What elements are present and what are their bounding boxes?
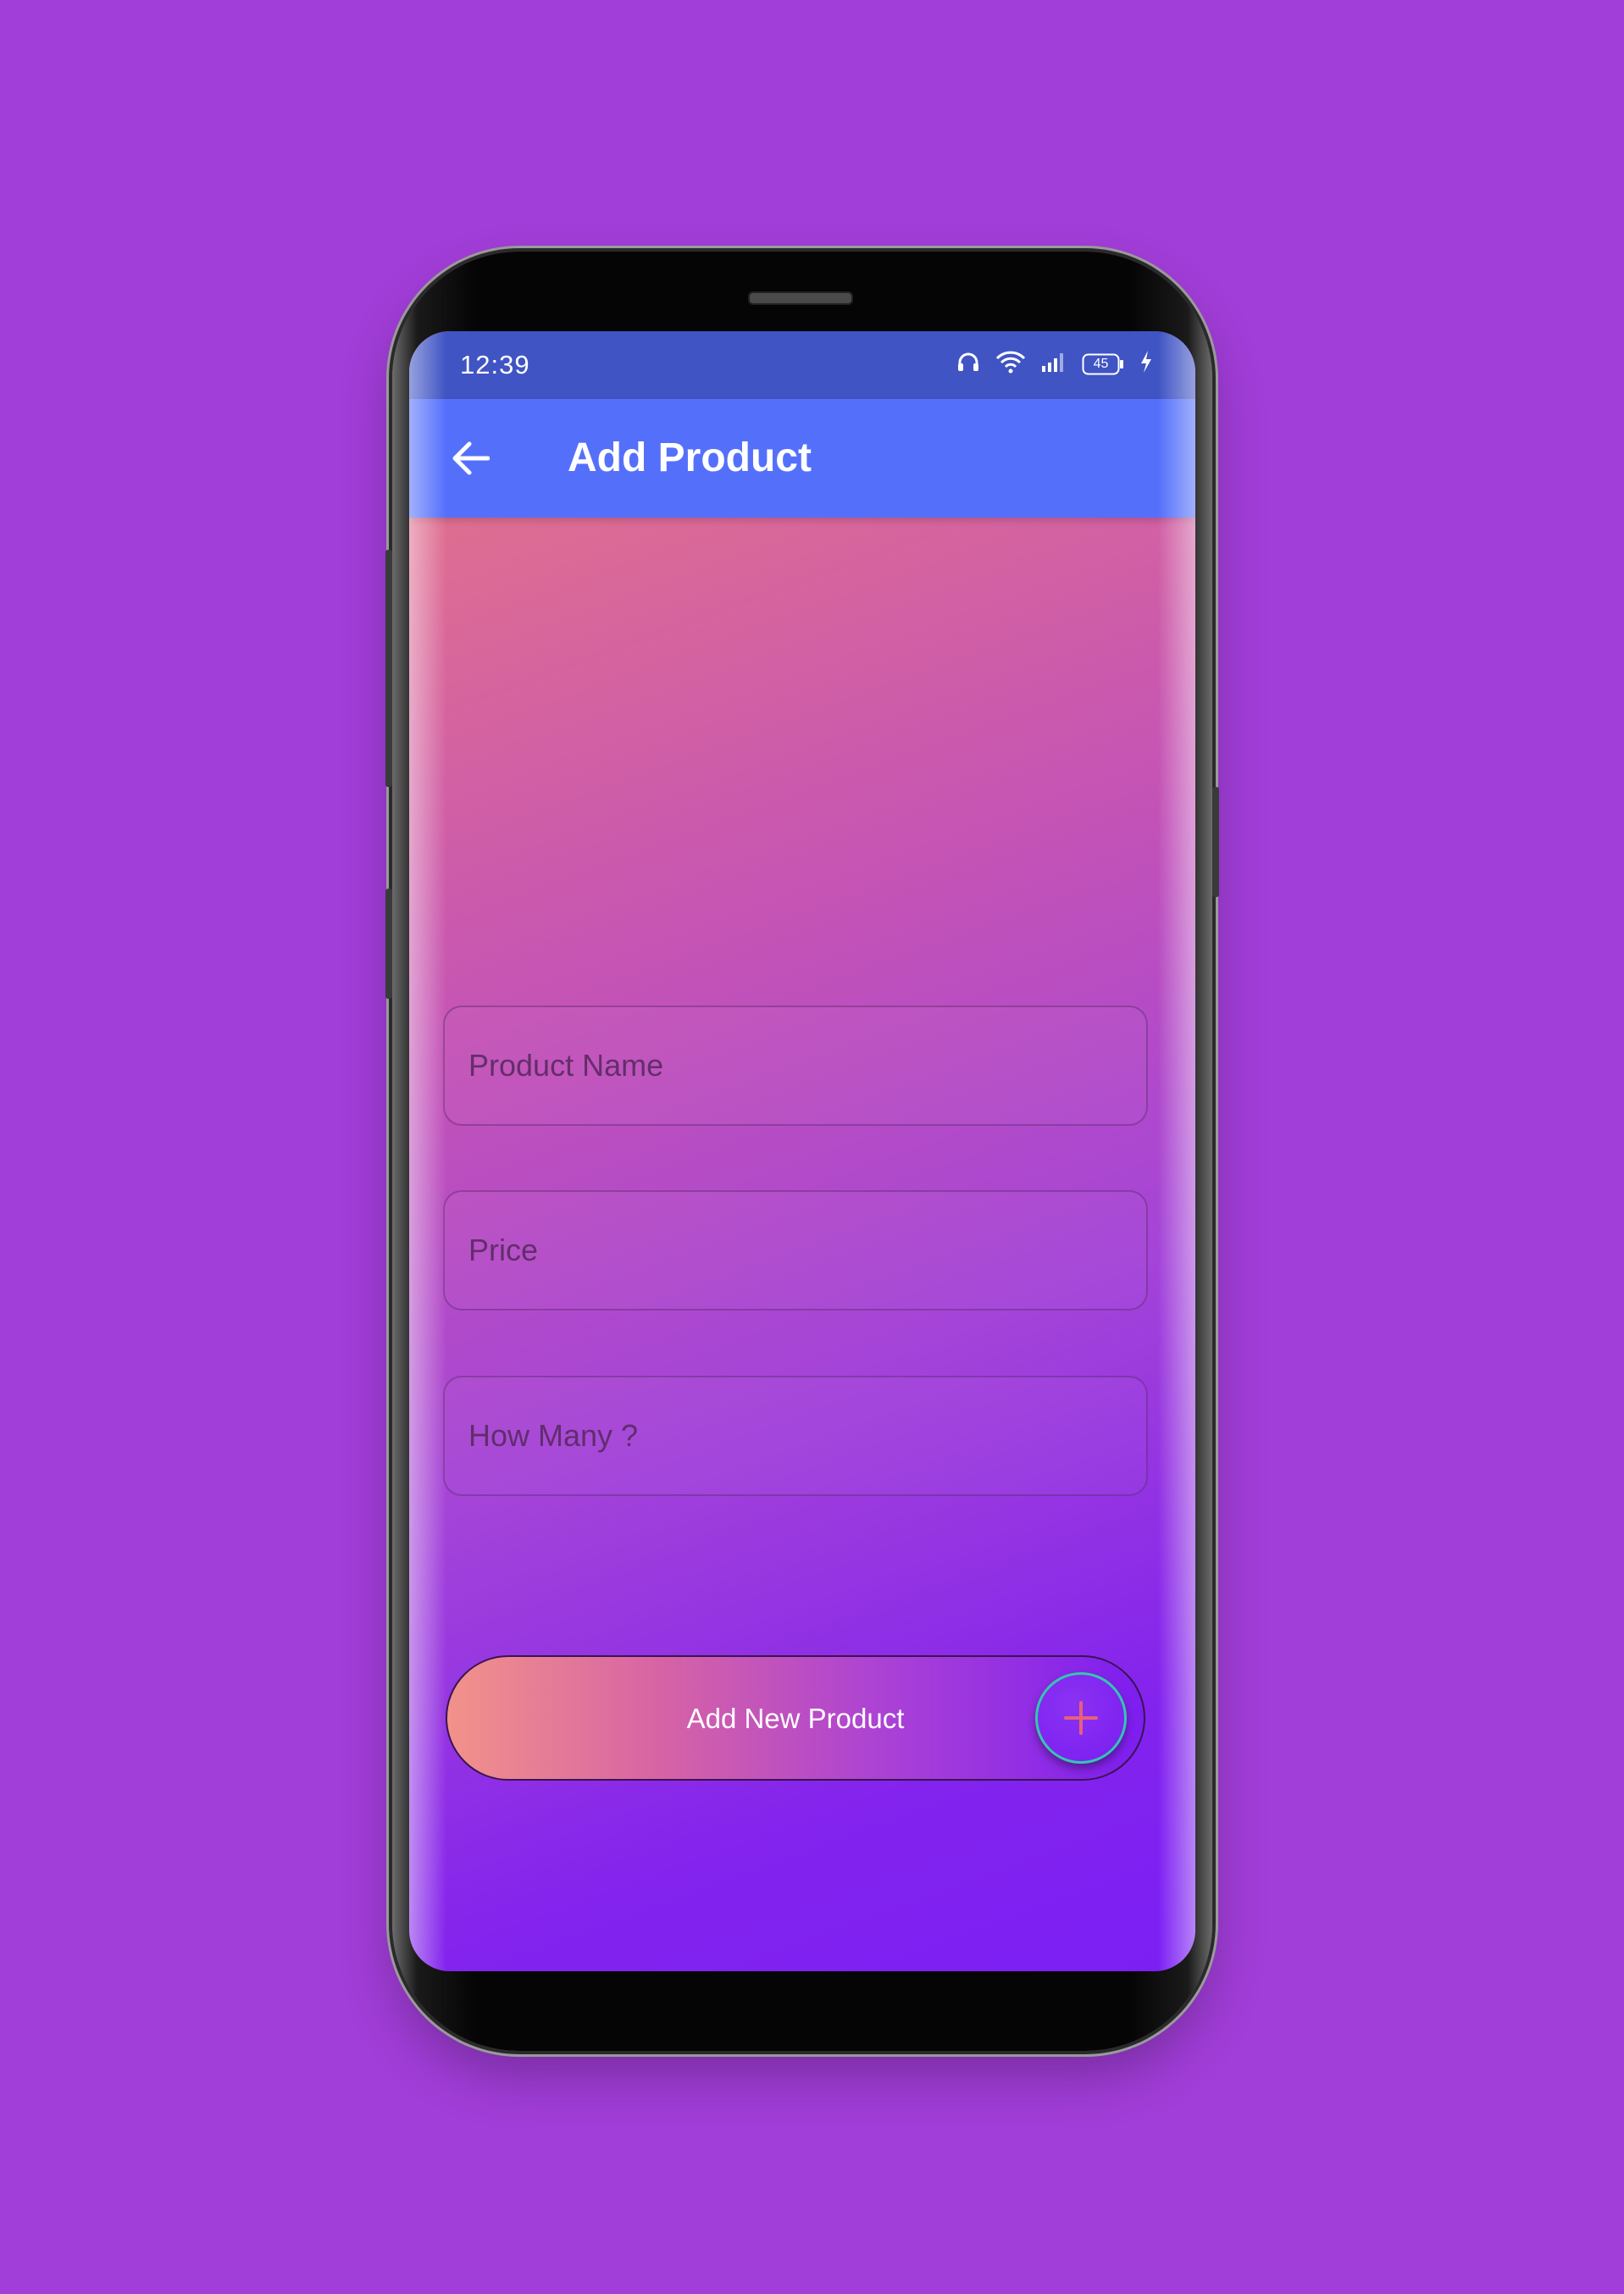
app-screen: 12:39 45 Add Product Product Name Price … [409,331,1195,1971]
product-name-input[interactable] [445,1007,1146,1124]
product-name-field[interactable] [443,1006,1148,1126]
power-button [1212,787,1219,897]
status-bar: 12:39 45 [409,331,1195,399]
back-button[interactable] [443,431,497,485]
status-icons: 45 [956,350,1153,378]
quantity-input[interactable] [445,1377,1146,1494]
price-input[interactable] [445,1192,1146,1309]
add-product-fab[interactable] [1035,1672,1127,1764]
headphones-icon [956,351,980,377]
price-field[interactable] [443,1190,1148,1310]
volume-down-button [385,889,392,999]
battery-icon: 45 [1082,353,1124,375]
add-new-product-button[interactable]: Add New Product [446,1655,1145,1781]
wifi-icon [995,350,1026,378]
screen-edge-right [1158,331,1195,1971]
charging-icon [1139,350,1153,378]
earpiece-speaker [748,291,853,305]
screen-edge-left [409,331,446,1971]
signal-icon [1041,351,1067,377]
phone-frame: 12:39 45 Add Product Product Name Price … [385,252,1219,2051]
volume-up-button [385,550,392,787]
quantity-field[interactable] [443,1376,1148,1496]
plus-icon [1064,1701,1098,1735]
arrow-left-icon [452,441,490,475]
app-bar: Add Product [409,399,1195,518]
page-title: Add Product [568,435,812,480]
battery-level: 45 [1093,356,1109,371]
status-time: 12:39 [460,350,530,380]
